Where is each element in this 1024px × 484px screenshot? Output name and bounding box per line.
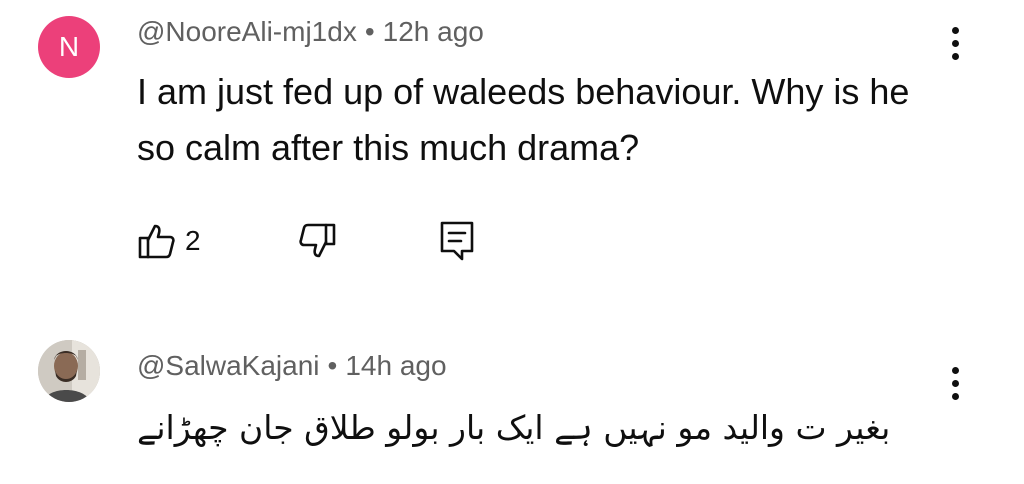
meta-separator: • — [327, 350, 338, 381]
avatar[interactable]: N — [38, 16, 100, 78]
comment-item: @SalwaKajani • 14h ago بغیر ت والید مو نہی… — [0, 320, 1024, 484]
comment-item: N @NooreAli-mj1dx • 12h ago I am just fed … — [0, 0, 1024, 300]
reply-icon — [440, 221, 474, 261]
comment-time: 12h ago — [382, 16, 484, 47]
like-count: 2 — [185, 225, 201, 256]
author-handle[interactable]: @NooreAli-mj1dx — [137, 16, 357, 47]
comment-meta: @NooreAli-mj1dx • 12h ago — [137, 16, 484, 48]
like-button[interactable]: 2 — [137, 214, 201, 268]
comment-actions: 2 — [137, 214, 537, 268]
more-options-icon[interactable] — [940, 18, 970, 68]
reply-button[interactable] — [437, 214, 477, 268]
comment-text: بغیر ت والید مو نہیں ہے ایک بار بولو طلا… — [137, 408, 891, 447]
meta-separator: • — [364, 16, 375, 47]
avatar[interactable] — [38, 340, 100, 402]
like-icon — [138, 224, 175, 259]
comment-text: I am just fed up of waleeds behaviour. W… — [137, 71, 910, 168]
author-handle[interactable]: @SalwaKajani — [137, 350, 320, 381]
dislike-button[interactable] — [297, 214, 337, 268]
more-options-icon[interactable] — [940, 358, 970, 408]
avatar-letter: N — [58, 31, 80, 62]
comment-time: 14h ago — [345, 350, 447, 381]
dislike-icon — [299, 223, 336, 258]
profile-photo — [38, 340, 100, 402]
comment-meta: @SalwaKajani • 14h ago — [137, 350, 447, 382]
